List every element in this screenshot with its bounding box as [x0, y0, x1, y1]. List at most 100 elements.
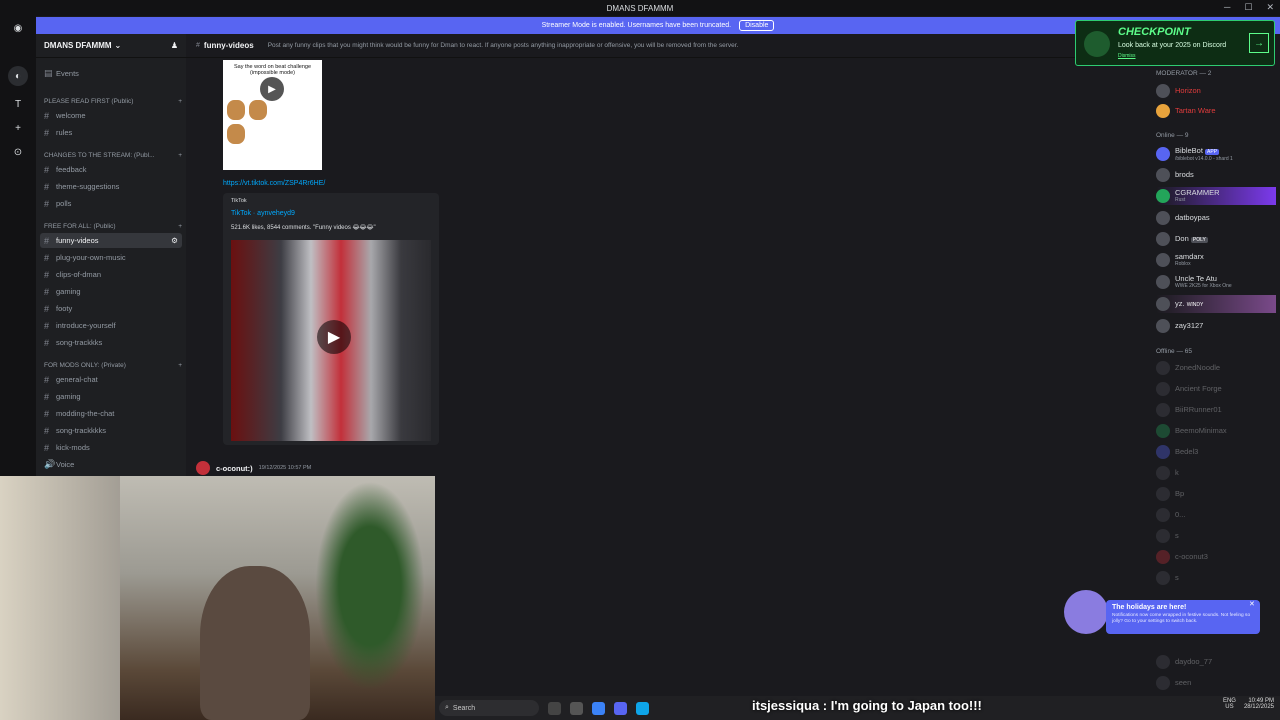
add-server-icon[interactable]: + [8, 118, 28, 138]
member-row[interactable]: Horizon [1156, 82, 1276, 100]
discord-app-icon[interactable] [614, 701, 627, 715]
member-row[interactable]: BiiRRunner01 [1156, 401, 1276, 419]
link-embed: TikTok TikTok · aynveheyd9 521.6K likes,… [223, 193, 439, 445]
channel-feedback[interactable]: # feedback [40, 162, 182, 177]
member-row[interactable]: Bedel3 [1156, 443, 1276, 461]
channel-clips-of-dman[interactable]: # clips-of-dman [40, 267, 182, 282]
member-row[interactable]: yz. WINDY [1156, 295, 1276, 313]
settings-icon[interactable]: ⚙ [171, 236, 178, 245]
member-row[interactable]: Tartan Ware [1156, 102, 1276, 120]
member-row[interactable]: c-oconut3 [1156, 548, 1276, 566]
member-row[interactable]: k [1156, 464, 1276, 482]
member-row[interactable]: CGRAMMER Rust [1156, 187, 1276, 205]
offline-header: Offline — 65 [1156, 348, 1193, 355]
dismiss-link[interactable]: Dismiss [1118, 53, 1136, 59]
search-icon: ⌕ [445, 704, 449, 711]
member-row[interactable]: BeemoMinimax [1156, 422, 1276, 440]
close-icon[interactable]: ✕ [1266, 2, 1274, 13]
channel-title: funny-videos [203, 41, 254, 50]
message-author[interactable]: c-oconut:) [216, 464, 253, 473]
webcam-overlay [0, 476, 435, 720]
arrow-right-icon[interactable]: → [1249, 33, 1269, 53]
edge-app-icon[interactable] [636, 701, 649, 715]
member-row[interactable]: ZonedNoodle [1156, 359, 1276, 377]
member-row[interactable]: Don POLY [1156, 230, 1276, 248]
channel-gaming[interactable]: # gaming [40, 284, 182, 299]
streamer-figure [200, 566, 310, 720]
channel-gaming-mods[interactable]: # gaming [40, 389, 182, 404]
voice-channel[interactable]: 🔊 Voice [40, 457, 182, 472]
streamer-mode-text: Streamer Mode is enabled. Usernames have… [541, 22, 732, 29]
category-header[interactable]: CHANGES TO THE STREAM: (Publ... + [44, 152, 182, 159]
channel-welcome[interactable]: # welcome [40, 108, 182, 123]
christmas-tree [315, 481, 425, 691]
checkpoint-title: CHECKPOINT [1118, 26, 1191, 38]
member-row[interactable]: BibleBot APP/biblebot v14.0.0 - shard 1 [1156, 145, 1276, 163]
message-link[interactable]: https://vt.tiktok.com/ZSP4Rr6HE/ [223, 180, 325, 187]
tag-badge: WINDY [1186, 301, 1204, 308]
member-row[interactable]: Uncle Te Atu WWE 2K25 for Xbox One [1156, 273, 1276, 291]
channel-kick-mods[interactable]: # kick-mods [40, 440, 182, 455]
maximize-icon[interactable]: ☐ [1244, 2, 1252, 13]
events-item[interactable]: ▤ Events [40, 66, 182, 81]
channel-footy[interactable]: # footy [40, 301, 182, 316]
member-row[interactable]: 0... [1156, 506, 1276, 524]
channel-plug-your-own-music[interactable]: # plug-your-own-music [40, 250, 182, 265]
checkpoint-promo[interactable]: CHECKPOINT Look back at your 2025 on Dis… [1075, 20, 1275, 66]
channel-polls[interactable]: # polls [40, 196, 182, 211]
server-header[interactable]: DMANS DFAMMM ⌄ ♟ [36, 34, 186, 58]
app-icon[interactable] [570, 701, 583, 715]
disable-button[interactable]: Disable [739, 20, 775, 31]
channel-rules[interactable]: # rules [40, 125, 182, 140]
channel-topic: Post any funny clips that you might thin… [267, 42, 739, 49]
embed-provider: TikTok [231, 198, 247, 204]
close-icon[interactable]: ✕ [1249, 600, 1255, 608]
channel-theme-suggestions[interactable]: # theme-suggestions [40, 179, 182, 194]
embed-description: 521.6K likes, 8544 comments. "Funny vide… [231, 225, 376, 231]
member-row[interactable]: seen [1156, 674, 1276, 692]
member-row[interactable]: s [1156, 569, 1276, 587]
channel-general-chat[interactable]: # general-chat [40, 372, 182, 387]
tag-badge: POLY [1190, 236, 1208, 243]
discord-home-icon[interactable]: ◉ [8, 18, 28, 38]
mascot-icon [1064, 590, 1108, 634]
chevron-down-icon: ⌄ [114, 41, 122, 50]
member-row[interactable]: zay3127 [1156, 317, 1276, 335]
server-t-icon[interactable]: T [8, 94, 28, 114]
member-row[interactable]: Bp [1156, 485, 1276, 503]
embed-title[interactable]: TikTok · aynveheyd9 [231, 210, 295, 217]
channel-song-trackkkks[interactable]: # song-trackkkks [40, 423, 182, 438]
member-row[interactable]: samdarx Roblox [1156, 251, 1276, 269]
server-icon[interactable]: ◐ [8, 66, 28, 86]
member-row[interactable]: Ancient Forge [1156, 380, 1276, 398]
category-header[interactable]: FREE FOR ALL: (Public) + [44, 223, 182, 230]
minimize-icon[interactable]: ─ [1224, 2, 1230, 13]
video-thumbnail[interactable]: Say the word on beat challenge (impossib… [223, 60, 322, 170]
embed-video[interactable]: ▶ [231, 240, 431, 441]
play-icon[interactable]: ▶ [317, 320, 351, 354]
invite-icon[interactable]: ♟ [171, 41, 178, 50]
channel-song-trackkks[interactable]: # song-trackkks [40, 335, 182, 350]
taskbar-search[interactable]: ⌕ Search [439, 700, 539, 716]
discord-mascot-icon [1084, 31, 1110, 57]
holidays-title: The holidays are here! [1112, 604, 1187, 611]
channel-funny-videos[interactable]: # funny-videos ⚙ [40, 233, 182, 248]
avatar[interactable] [196, 461, 210, 475]
image-tile [227, 100, 245, 120]
discover-icon[interactable]: ⊙ [8, 142, 28, 162]
member-row[interactable]: daydoo_77 [1156, 653, 1276, 671]
member-row[interactable]: brods [1156, 166, 1276, 184]
app-icon[interactable] [548, 701, 561, 715]
play-icon[interactable]: ▶ [260, 77, 284, 101]
channel-modding-the-chat[interactable]: # modding-the-chat [40, 406, 182, 421]
clock-date: 28/12/2025 [1243, 704, 1274, 710]
app-icon[interactable] [592, 701, 605, 715]
category-header[interactable]: PLEASE READ FIRST (Public) + [44, 98, 182, 105]
member-row[interactable]: s [1156, 527, 1276, 545]
hash-icon: # [196, 42, 200, 49]
category-header[interactable]: FOR MODS ONLY: (Private) + [44, 362, 182, 369]
channel-introduce-yourself[interactable]: # introduce-yourself [40, 318, 182, 333]
member-row[interactable]: datboypas [1156, 209, 1276, 227]
checkpoint-subtitle: Look back at your 2025 on Discord [1118, 42, 1227, 49]
wall-panel [0, 476, 120, 720]
